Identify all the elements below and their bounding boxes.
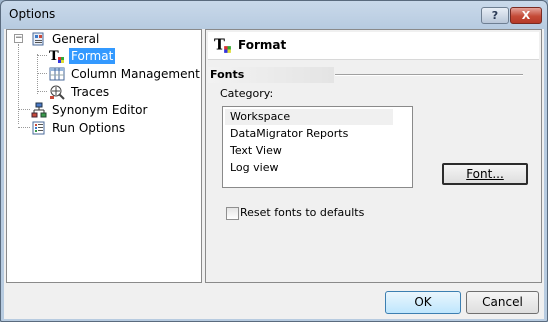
tree-line [37, 54, 38, 94]
svg-text:T: T [214, 37, 225, 54]
traces-icon [49, 84, 65, 100]
synonym-editor-icon [31, 102, 47, 118]
tree-item-label: Traces [71, 85, 110, 99]
help-button[interactable]: ? [481, 7, 509, 24]
options-dialog: Options ? X − General T Format Column Ma… [0, 0, 548, 322]
general-settings-icon [31, 31, 47, 47]
tree-item-column-management[interactable]: Column Management [49, 66, 200, 82]
category-label: Category: [220, 87, 274, 100]
category-item[interactable]: DataMigrator Reports [225, 126, 393, 142]
tree-item-format[interactable]: T Format [49, 48, 199, 64]
tree-item-label: General [52, 32, 100, 46]
tree-item-general[interactable]: General [29, 31, 199, 47]
fonts-section-heading: Fonts [208, 67, 334, 83]
tree-item-run-options[interactable]: Run Options [29, 120, 199, 136]
tree-item-label: Synonym Editor [52, 103, 148, 117]
category-item[interactable]: Log view [225, 160, 393, 176]
dialog-body: − General T Format Column Management Tra… [4, 29, 544, 319]
run-options-icon [31, 120, 47, 136]
reset-fonts-label[interactable]: Reset fonts to defaults [240, 206, 364, 219]
cancel-button[interactable]: Cancel [466, 291, 539, 314]
tree-item-synonym-editor[interactable]: Synonym Editor [29, 102, 199, 118]
format-text-icon: T [49, 48, 65, 64]
tree-line [37, 73, 47, 74]
window-title: Options [9, 7, 56, 21]
title-bar[interactable]: Options ? X [1, 1, 547, 29]
column-grid-icon [49, 66, 65, 82]
tree-line [37, 55, 47, 56]
panel-title: Format [238, 38, 287, 52]
svg-text:T: T [49, 49, 59, 64]
collapse-toggle[interactable]: − [14, 34, 23, 43]
tree-item-traces[interactable]: Traces [49, 84, 199, 100]
category-listbox[interactable]: Workspace DataMigrator Reports Text View… [222, 106, 413, 188]
close-button[interactable]: X [510, 7, 542, 24]
panel-header: T Format [208, 32, 539, 60]
section-divider [335, 74, 523, 76]
category-item[interactable]: Workspace [225, 109, 393, 125]
font-button-label: Font... [466, 167, 504, 181]
tree-item-label: Run Options [52, 121, 126, 135]
tree-item-label: Column Management [71, 67, 200, 81]
font-button[interactable]: Font... [442, 163, 528, 185]
tree-line [18, 44, 19, 124]
tree-line [37, 91, 47, 92]
category-item[interactable]: Text View [225, 143, 393, 159]
format-text-icon: T [214, 36, 232, 54]
options-tree[interactable]: − General T Format Column Management Tra… [6, 29, 202, 283]
ok-button[interactable]: OK [385, 291, 461, 314]
settings-panel: T Format Fonts Category: Workspace DataM… [205, 29, 542, 283]
tree-item-label: Format [69, 48, 116, 64]
reset-fonts-checkbox[interactable] [226, 207, 239, 220]
